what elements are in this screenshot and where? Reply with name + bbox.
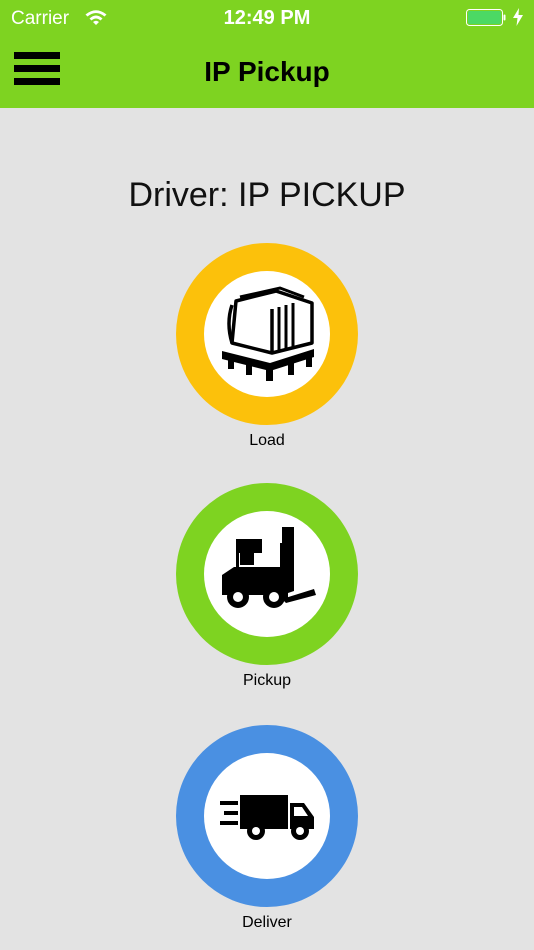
charging-bolt-icon [513,8,523,26]
navigation-bar: IP Pickup [0,36,534,108]
deliver-label: Deliver [242,914,292,931]
load-ring [176,243,358,425]
pickup-button[interactable]: Pickup [175,483,359,690]
load-label: Load [249,432,285,449]
deliver-button[interactable]: Deliver [175,725,359,932]
delivery-truck-icon [220,795,314,840]
load-button[interactable]: Load [175,243,359,450]
top-bar: Carrier 12:49 PM IP Pickup [0,0,534,108]
clock: 12:49 PM [223,7,311,29]
deliver-ring [176,725,358,907]
driver-label: Driver: IP PICKUP [128,176,406,214]
forklift-icon [222,527,316,608]
battery-icon [466,9,506,26]
status-bar: Carrier 12:49 PM [0,0,534,36]
pickup-label: Pickup [242,672,292,689]
pickup-ring [176,483,358,665]
page-title: IP Pickup [204,56,330,87]
pallet-icon [222,286,314,381]
